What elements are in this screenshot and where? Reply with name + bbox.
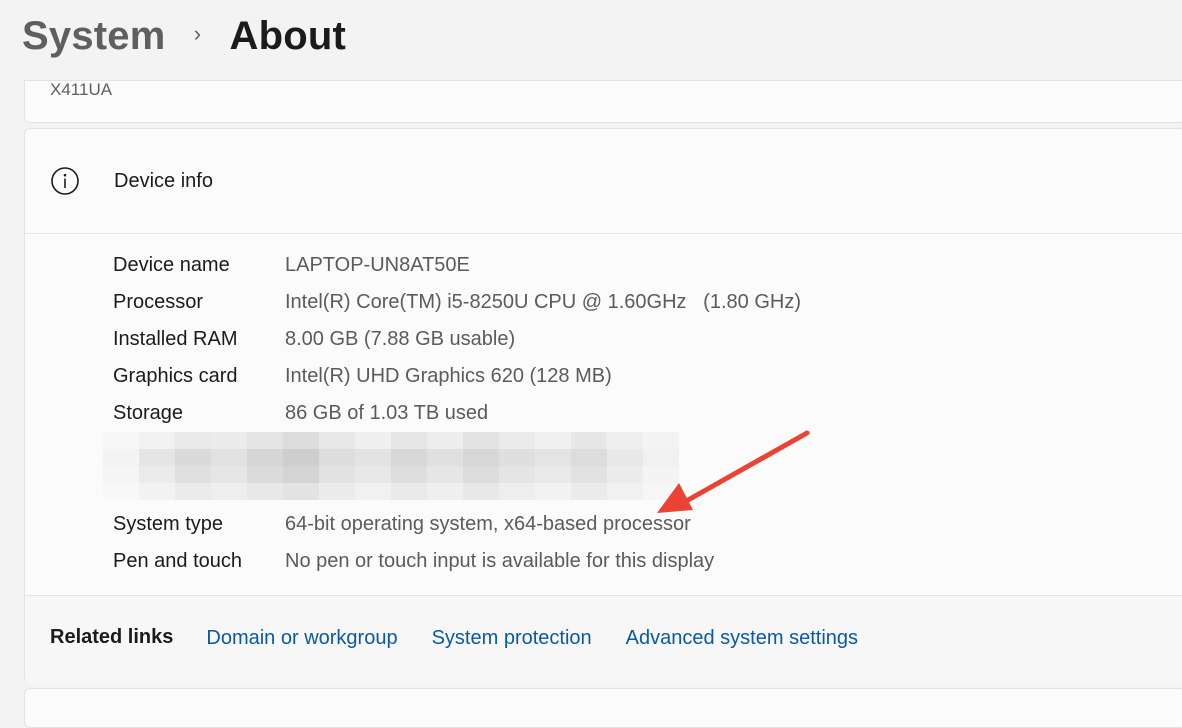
spec-label: Graphics card [113, 364, 238, 387]
spec-label: Pen and touch [113, 549, 242, 572]
next-card [24, 688, 1182, 728]
advanced-system-settings-link[interactable]: Advanced system settings [626, 627, 858, 650]
spec-row-processor: Processor Intel(R) Core(TM) i5-8250U CPU… [113, 287, 801, 317]
breadcrumb-system[interactable]: System [22, 14, 166, 59]
device-info-title: Device info [114, 169, 213, 192]
redacted-rows [103, 432, 679, 500]
spec-row-device-name: Device name LAPTOP-UN8AT50E [113, 250, 470, 280]
spec-value: Intel(R) UHD Graphics 620 (128 MB) [285, 364, 612, 387]
related-links-bar: Related links Domain or workgroup System… [25, 595, 1182, 684]
spec-value: 64-bit operating system, x64-based proce… [285, 512, 691, 535]
spec-label: System type [113, 512, 224, 535]
spec-value: Intel(R) Core(TM) i5-8250U CPU @ 1.60GHz… [285, 290, 801, 313]
spec-row-storage: Storage 86 GB of 1.03 TB used [113, 398, 488, 428]
spec-row-pen-and-touch: Pen and touch No pen or touch input is a… [113, 546, 714, 576]
redacted-strip [103, 449, 679, 466]
device-info-card: Device info Device name LAPTOP-UN8AT50E … [24, 128, 1182, 684]
spec-label: Installed RAM [113, 327, 238, 350]
spec-value: 86 GB of 1.03 TB used [285, 401, 489, 424]
spec-value: 8.00 GB (7.88 GB usable) [285, 327, 516, 350]
domain-or-workgroup-link[interactable]: Domain or workgroup [206, 627, 397, 650]
redacted-strip [103, 432, 679, 449]
chevron-right-icon: › [193, 21, 202, 46]
breadcrumb: System › About [22, 8, 346, 64]
info-icon [51, 167, 79, 195]
spec-row-graphics-card: Graphics card Intel(R) UHD Graphics 620 … [113, 361, 612, 391]
spec-row-system-type: System type 64-bit operating system, x64… [113, 509, 691, 539]
annotation-arrow-icon [657, 430, 810, 513]
redacted-strip [103, 466, 679, 483]
spec-label: Processor [113, 290, 204, 313]
spec-value: No pen or touch input is available for t… [285, 549, 715, 572]
device-info-header[interactable]: Device info [25, 129, 1182, 234]
system-protection-link[interactable]: System protection [432, 627, 592, 650]
page-title: About [229, 13, 347, 58]
device-specs: Device name LAPTOP-UN8AT50E Processor In… [25, 234, 1182, 594]
related-links-label: Related links [50, 625, 174, 648]
spec-label: Storage [113, 401, 184, 424]
redacted-strip [103, 483, 679, 500]
spec-row-installed-ram: Installed RAM 8.00 GB (7.88 GB usable) [113, 324, 515, 354]
device-model: X411UA [50, 80, 113, 99]
device-model-card: X411UA [24, 80, 1182, 123]
spec-value: LAPTOP-UN8AT50E [285, 253, 470, 276]
spec-label: Device name [113, 253, 230, 276]
